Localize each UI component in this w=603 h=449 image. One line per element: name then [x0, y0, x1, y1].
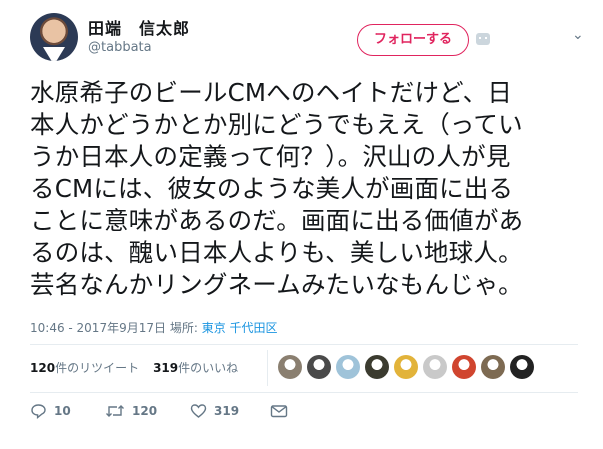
- retweets-count: 120: [30, 361, 56, 375]
- liker-avatar-6[interactable]: [423, 355, 447, 379]
- envelope-icon: [270, 405, 288, 418]
- stats-separator: [267, 350, 268, 386]
- likes-label: 件のいいね: [178, 361, 239, 375]
- direct-message-button[interactable]: [270, 403, 288, 419]
- like-count: 319: [214, 404, 240, 418]
- liker-avatar-4[interactable]: [365, 355, 389, 379]
- place-label: 場所:: [169, 321, 198, 335]
- liker-avatar-7[interactable]: [452, 355, 476, 379]
- tweet-timestamp[interactable]: 10:46 - 2017年9月17日: [30, 321, 166, 335]
- retweet-count: 120: [132, 404, 158, 418]
- heart-icon: [190, 404, 207, 418]
- location-link[interactable]: 東京 千代田区: [202, 321, 278, 335]
- retweet-icon: [106, 405, 124, 417]
- tweet-metadata: 10:46 - 2017年9月17日 場所: 東京 千代田区: [30, 319, 278, 336]
- author-screen-name[interactable]: @tabbata: [88, 40, 152, 55]
- liker-avatar-5[interactable]: [394, 355, 418, 379]
- liker-avatar-8[interactable]: [481, 355, 505, 379]
- likes-stat[interactable]: 319件のいいね: [153, 361, 238, 375]
- robot-icon: [476, 33, 490, 45]
- liker-avatar-3[interactable]: [336, 355, 360, 379]
- chevron-down-icon[interactable]: ⌄: [572, 27, 584, 43]
- tweet-text: 水原希子のビールCMへのヘイトだけど、日 本人かどうかとか別にどうでもええ（って…: [30, 78, 524, 299]
- reply-button[interactable]: 10: [30, 403, 71, 419]
- reply-icon: [31, 404, 46, 419]
- liker-avatar-1[interactable]: [278, 355, 302, 379]
- reply-count: 10: [54, 404, 71, 418]
- likes-count: 319: [153, 361, 179, 375]
- author-avatar[interactable]: [30, 13, 78, 61]
- tweet-stats: 120件のリツイート 319件のいいね: [30, 359, 238, 376]
- divider-top: [30, 344, 578, 345]
- divider-bottom: [30, 392, 578, 393]
- retweets-label: 件のリツイート: [55, 361, 140, 375]
- retweet-button[interactable]: 120: [105, 403, 157, 419]
- retweets-stat[interactable]: 120件のリツイート: [30, 361, 139, 375]
- liker-avatar-9[interactable]: [510, 355, 534, 379]
- author-display-name[interactable]: 田端 信太郎: [88, 15, 190, 39]
- tweet-header: 田端 信太郎 @tabbata フォローする ⌄: [0, 0, 603, 70]
- follow-button[interactable]: フォローする: [357, 24, 469, 56]
- like-button[interactable]: 319: [190, 403, 239, 419]
- liker-avatar-2[interactable]: [307, 355, 331, 379]
